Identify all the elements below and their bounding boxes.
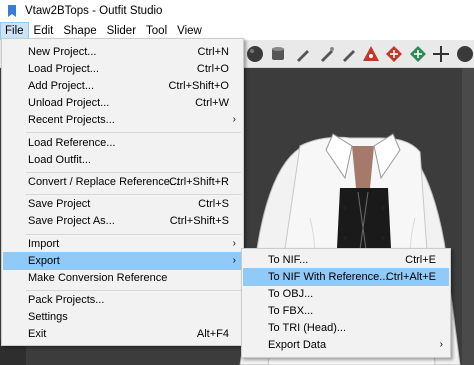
brush-icon[interactable]: [316, 43, 338, 65]
menu-item-label: Pack Projects...: [28, 294, 105, 306]
menu-item-to-nif[interactable]: To NIF... Ctrl+E: [243, 251, 449, 269]
menu-item-to-tri-head[interactable]: To TRI (Head)...: [243, 319, 449, 337]
menu-item-shortcut: Ctrl+O: [196, 63, 229, 75]
menu-item-make-conversion-reference[interactable]: Make Conversion Reference: [3, 269, 242, 287]
menu-item-convert-reference[interactable]: Convert / Replace Reference... Ctrl+Shif…: [3, 173, 242, 191]
menu-item-shortcut: Alt+F4: [196, 328, 229, 340]
viewport-scrollbar[interactable]: [462, 68, 474, 365]
app-icon: [8, 5, 16, 17]
red-brush-icon[interactable]: [383, 43, 405, 65]
menu-item-save-project-as[interactable]: Save Project As... Ctrl+Shift+S: [3, 212, 242, 230]
menu-item-label: New Project...: [28, 46, 97, 58]
chevron-right-icon: ›: [232, 255, 236, 266]
menu-item-label: Make Conversion Reference: [28, 272, 168, 284]
menu-item-to-fbx[interactable]: To FBX...: [243, 302, 449, 320]
menu-item-label: To NIF...: [268, 254, 309, 266]
menu-item-shortcut: Ctrl+Shift+S: [169, 215, 229, 227]
menu-item-shortcut: Ctrl+W: [195, 97, 229, 109]
menu-item-load-outfit[interactable]: Load Outfit...: [3, 151, 242, 169]
sphere-icon[interactable]: [244, 43, 266, 65]
brush-icon[interactable]: [292, 43, 314, 65]
menu-item-shortcut: Ctrl+N: [197, 46, 229, 58]
menu-item-label: Load Project...: [28, 63, 99, 75]
menu-item-export-data[interactable]: Export Data ›: [243, 336, 449, 354]
menu-item-unload-project[interactable]: Unload Project... Ctrl+W: [3, 94, 242, 112]
move-icon[interactable]: [407, 43, 429, 65]
chevron-right-icon: ›: [439, 339, 443, 350]
window-title: Vtaw2BTops - Outfit Studio: [25, 5, 163, 17]
export-submenu: To NIF... Ctrl+E To NIF With Reference..…: [241, 248, 451, 358]
menu-item-label: Load Reference...: [28, 137, 116, 149]
menu-item-settings[interactable]: Settings: [3, 308, 242, 326]
menu-separator: [26, 132, 241, 133]
menu-item-label: Add Project...: [28, 80, 95, 92]
menu-item-label: Import: [28, 238, 60, 250]
menu-item-label: To OBJ...: [268, 288, 314, 300]
menu-item-shortcut: Ctrl+Shift+O: [168, 80, 229, 92]
menu-item-load-project[interactable]: Load Project... Ctrl+O: [3, 60, 242, 78]
menu-item-label: Unload Project...: [28, 97, 110, 109]
menu-item-new-project[interactable]: New Project... Ctrl+N: [3, 43, 242, 61]
menu-item-label: Convert / Replace Reference...: [28, 176, 180, 188]
menu-item-shortcut: Ctrl+E: [405, 254, 436, 266]
chevron-right-icon: ›: [232, 114, 236, 125]
menu-item-add-project[interactable]: Add Project... Ctrl+Shift+O: [3, 77, 242, 95]
menu-item-shortcut: Ctrl+Alt+E: [385, 271, 436, 283]
sphere-icon[interactable]: [454, 43, 474, 65]
menu-item-import[interactable]: Import ›: [3, 235, 242, 253]
menu-item-label: Export: [28, 255, 60, 267]
menu-item-label: To TRI (Head)...: [268, 322, 347, 334]
menu-item-label: Load Outfit...: [28, 154, 91, 166]
menu-item-label: Exit: [28, 328, 47, 340]
menu-item-to-nif-with-reference[interactable]: To NIF With Reference... Ctrl+Alt+E: [243, 268, 449, 286]
menu-item-label: Recent Projects...: [28, 114, 115, 126]
menu-item-label: Save Project As...: [28, 215, 115, 227]
menu-item-shortcut: Ctrl+Shift+R: [169, 176, 229, 188]
title-bar: Vtaw2BTops - Outfit Studio: [0, 0, 474, 22]
red-brush-icon[interactable]: [360, 43, 382, 65]
menu-item-label: Export Data: [268, 339, 327, 351]
menu-item-label: Settings: [28, 311, 68, 323]
menu-item-load-reference[interactable]: Load Reference...: [3, 134, 242, 152]
menu-item-exit[interactable]: Exit Alt+F4: [3, 325, 242, 343]
menu-item-label: To FBX...: [268, 305, 314, 317]
menu-item-shortcut: Ctrl+S: [198, 198, 229, 210]
file-menu: New Project... Ctrl+N Load Project... Ct…: [1, 38, 244, 346]
brush-icon[interactable]: [338, 43, 360, 65]
menu-item-label: Save Project: [28, 198, 91, 210]
menu-item-export[interactable]: Export ›: [3, 252, 242, 270]
menu-item-label: To NIF With Reference...: [268, 271, 389, 283]
bone-icon[interactable]: [430, 43, 452, 65]
chevron-right-icon: ›: [232, 238, 236, 249]
menu-item-recent-projects[interactable]: Recent Projects... ›: [3, 111, 242, 129]
menu-item-pack-projects[interactable]: Pack Projects...: [3, 291, 242, 309]
cylinder-icon[interactable]: [267, 43, 289, 65]
menu-item-to-obj[interactable]: To OBJ...: [243, 285, 449, 303]
menu-item-save-project[interactable]: Save Project Ctrl+S: [3, 195, 242, 213]
